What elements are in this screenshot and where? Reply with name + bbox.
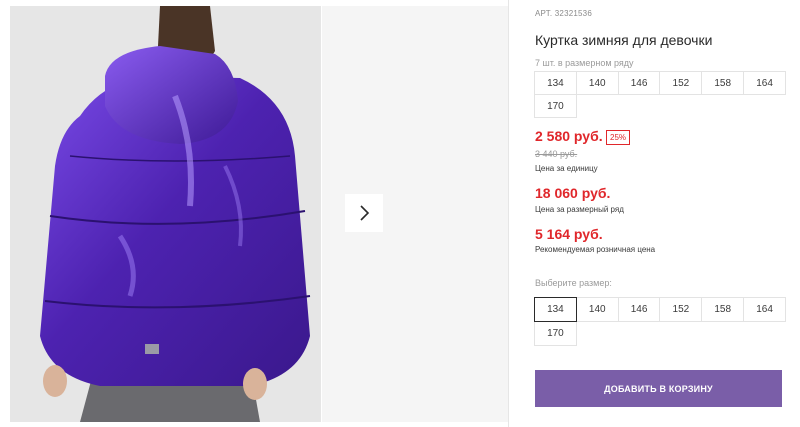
product-title: Куртка зимняя для девочки (535, 32, 713, 48)
product-gallery (0, 0, 508, 427)
next-photo-button[interactable] (345, 194, 383, 232)
retail-price-label: Рекомендуемая розничная цена (535, 245, 656, 254)
product-photo[interactable] (10, 6, 321, 422)
size-option[interactable]: 152 (659, 297, 703, 322)
row-price: 18 060 руб. (535, 185, 611, 201)
sku: АРТ. 32321536 (535, 9, 592, 18)
retail-price: 5 164 руб. (535, 226, 603, 242)
size-option[interactable]: 146 (617, 297, 661, 322)
row-size-cell: 134 (534, 71, 577, 95)
row-size-cell: 140 (575, 71, 619, 95)
sku-label: АРТ. (535, 9, 553, 18)
row-size-cell: 164 (743, 71, 786, 95)
row-price-label: Цена за размерный ряд (535, 205, 624, 214)
size-picker: 134 140 146 152 158 164 170 (534, 297, 786, 346)
size-option[interactable]: 158 (701, 297, 745, 322)
unit-price-label: Цена за единицу (535, 164, 598, 173)
row-size-cell: 146 (617, 71, 661, 95)
row-size-cell: 158 (701, 71, 745, 95)
panel-divider (508, 0, 509, 427)
size-option-selected[interactable]: 134 (534, 297, 577, 322)
per-row-note: 7 шт. в размерном ряду (535, 58, 634, 68)
size-option[interactable]: 164 (743, 297, 786, 322)
row-sizes-grid: 134 140 146 152 158 164 170 (534, 71, 786, 118)
size-option[interactable]: 140 (575, 297, 619, 322)
add-to-cart-button[interactable]: ДОБАВИТЬ В КОРЗИНУ (535, 370, 782, 407)
sku-value: 32321536 (554, 9, 592, 18)
chevron-right-icon (360, 205, 370, 221)
unit-price: 2 580 руб. (535, 128, 603, 144)
discount-badge: 25% (606, 130, 631, 145)
row-size-cell: 170 (534, 94, 577, 118)
row-size-cell: 152 (659, 71, 703, 95)
choose-size-label: Выберите размер: (535, 278, 612, 288)
size-option[interactable]: 170 (534, 321, 577, 346)
old-price: 3 440 руб. (535, 149, 578, 159)
